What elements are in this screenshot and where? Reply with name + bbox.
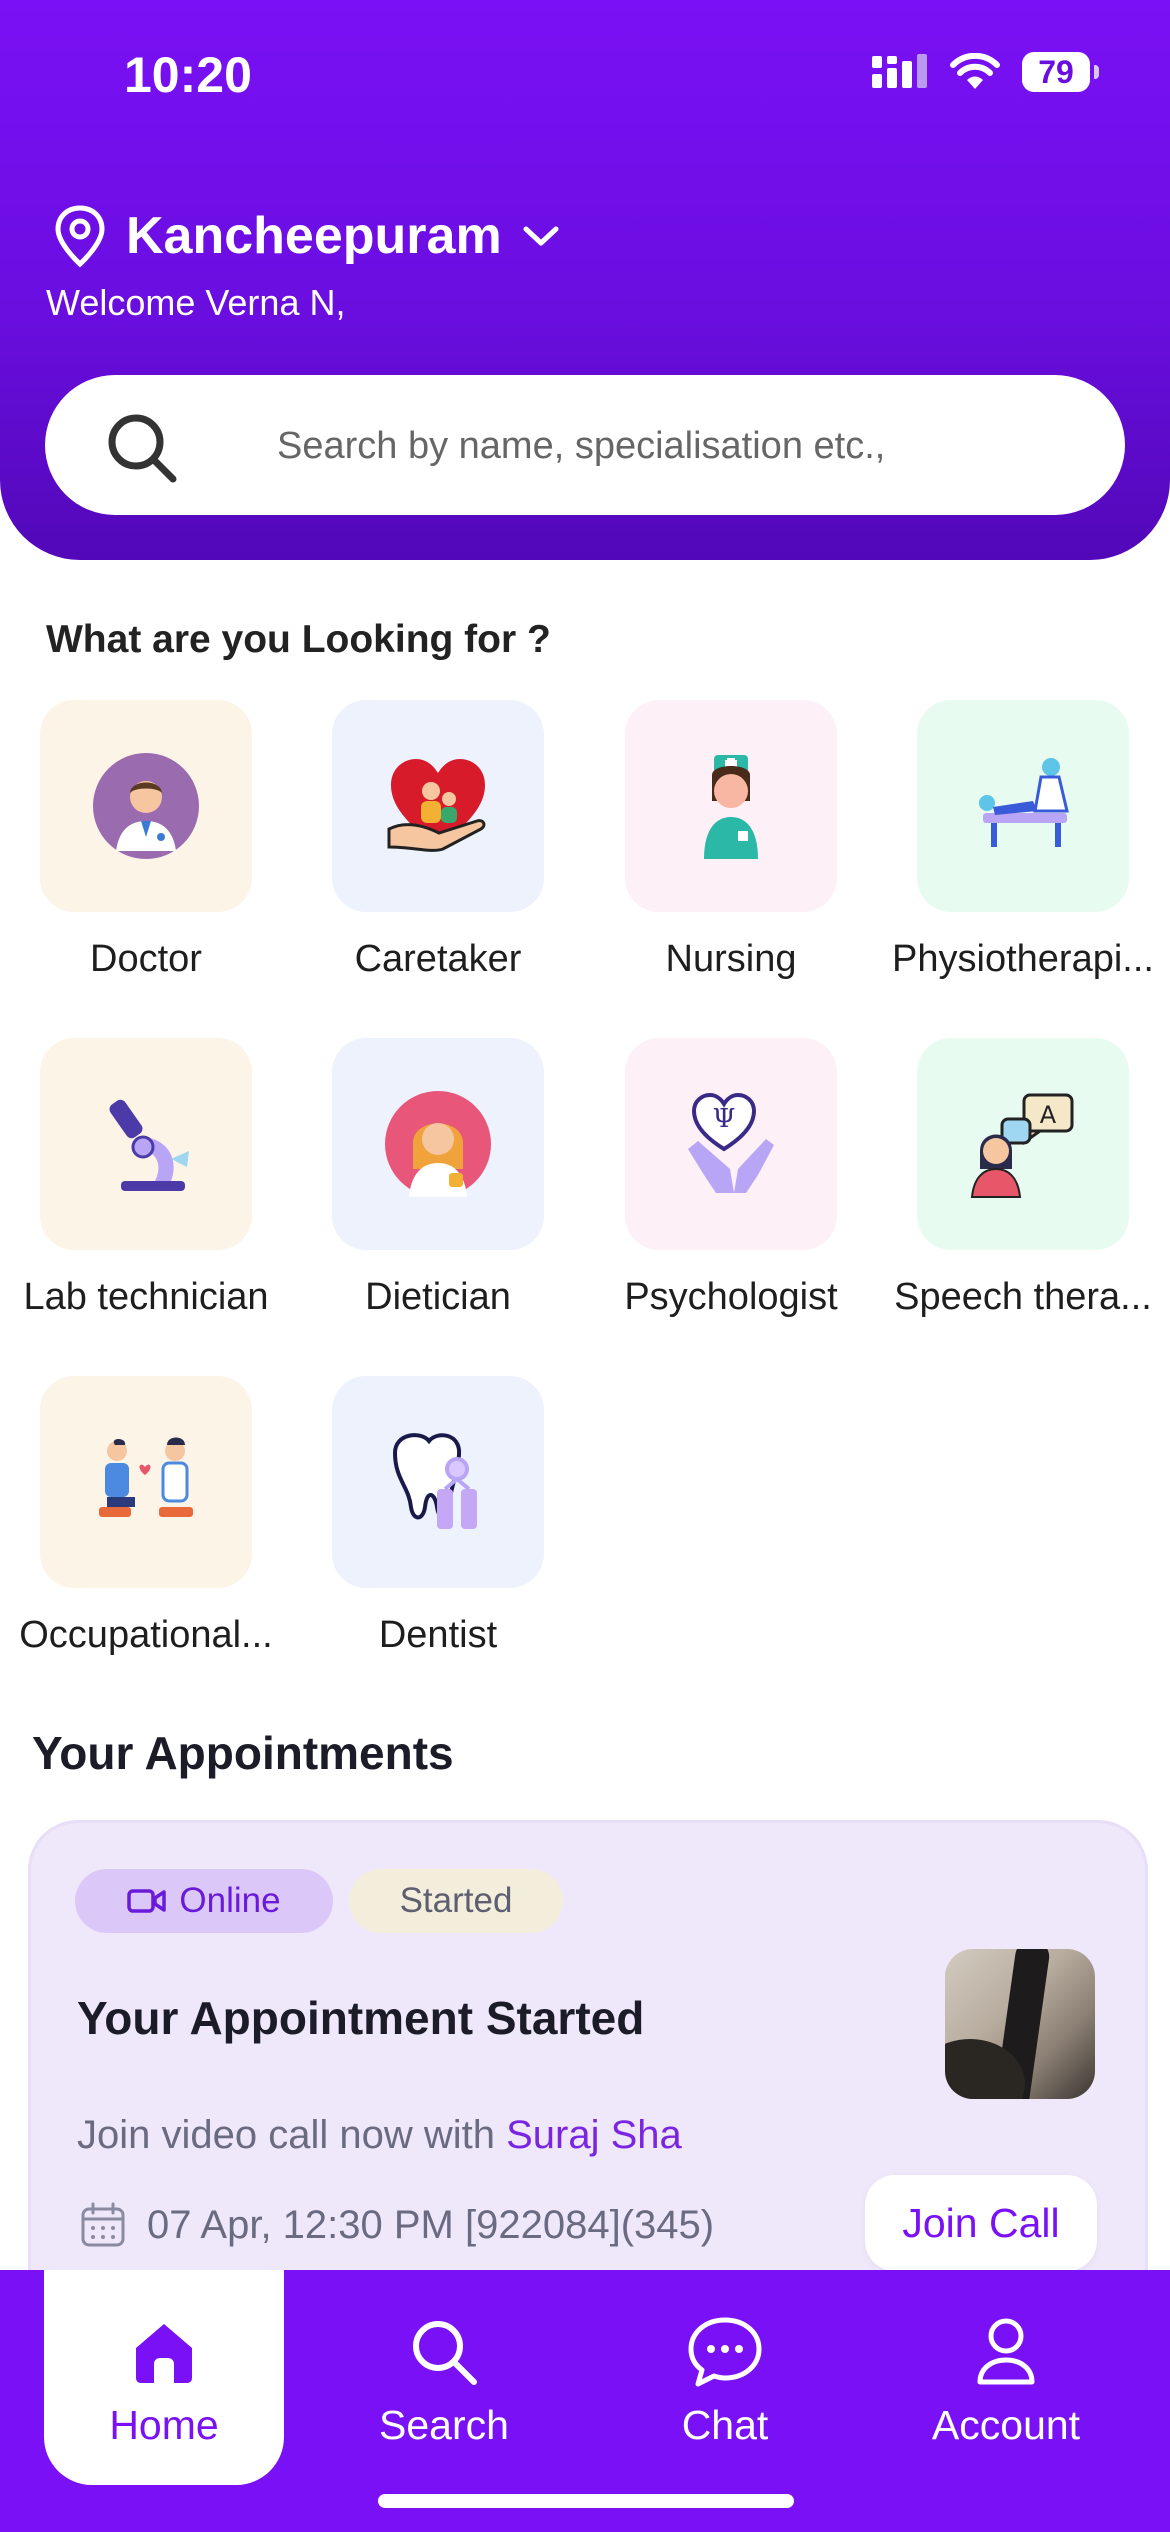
signal-icon xyxy=(872,54,927,88)
category-label: Dentist xyxy=(378,1614,498,1656)
home-indicator xyxy=(378,2494,794,2508)
category-tile xyxy=(917,700,1129,912)
category-dentist[interactable]: Dentist xyxy=(292,1376,584,1657)
search-icon xyxy=(413,2321,477,2385)
join-call-prefix: Join video call now with xyxy=(77,2113,507,2157)
location-name: Kancheepuram xyxy=(126,207,502,265)
calendar-icon xyxy=(81,2202,125,2247)
welcome-text: Welcome Verna N, xyxy=(46,282,346,323)
category-label: Lab technician xyxy=(23,1276,269,1318)
chevron-down-icon xyxy=(523,226,559,246)
dietician-icon xyxy=(385,1091,491,1197)
header: 10:20 79 Kancheepuram Welcome Verna N, xyxy=(0,0,1170,560)
appointment-date: 07 Apr, 12:30 PM [922084](345) xyxy=(147,2202,715,2247)
category-label: Nursing xyxy=(665,938,797,980)
tab-account[interactable]: Account xyxy=(886,2270,1126,2485)
category-nursing[interactable]: Nursing xyxy=(585,700,877,981)
physiotherapy-icon xyxy=(979,758,1069,847)
category-label: Physiotherapi... xyxy=(892,938,1154,980)
category-label: Speech thera... xyxy=(894,1276,1152,1318)
video-camera-icon xyxy=(127,1889,167,1913)
psychology-icon: Ψ xyxy=(688,1092,774,1193)
tab-home-label: Home xyxy=(109,2402,219,2448)
occupational-therapy-icon xyxy=(99,1437,193,1517)
battery-indicator: 79 xyxy=(1022,52,1099,92)
appointments-title: Your Appointments xyxy=(32,1727,454,1779)
appointment-datetime: 07 Apr, 12:30 PM [922084](345) xyxy=(79,2201,714,2249)
doctor-name[interactable]: Suraj Sha xyxy=(506,2113,682,2157)
tab-home[interactable]: Home xyxy=(44,2270,284,2485)
category-tile xyxy=(625,700,837,912)
category-psychologist[interactable]: Ψ Psychologist xyxy=(585,1038,877,1319)
chat-icon xyxy=(688,2317,762,2387)
category-label: Psychologist xyxy=(624,1276,838,1318)
tab-chat-label: Chat xyxy=(681,2402,769,2448)
tab-account-label: Account xyxy=(931,2402,1081,2448)
status-time: 10:20 xyxy=(124,47,252,103)
category-speech-therapist[interactable]: A Speech thera... xyxy=(877,1038,1169,1319)
status-icons: 79 xyxy=(872,52,1099,92)
doctor-icon xyxy=(93,753,199,859)
category-tile xyxy=(332,1038,544,1250)
search-icon xyxy=(108,414,177,483)
category-tile: A xyxy=(917,1038,1129,1250)
category-tile xyxy=(332,700,544,912)
category-doctor[interactable]: Doctor xyxy=(0,700,292,981)
category-lab-technician[interactable]: Lab technician xyxy=(0,1038,292,1319)
category-tile xyxy=(40,700,252,912)
join-call-text: Join video call now with Suraj Sha xyxy=(77,2113,682,2158)
wifi-icon xyxy=(950,53,1000,89)
speech-therapy-icon: A xyxy=(970,1093,1074,1198)
home-icon xyxy=(136,2324,192,2383)
nurse-icon xyxy=(704,755,758,859)
categories-title: What are you Looking for ? xyxy=(46,618,551,661)
tooth-icon xyxy=(392,1433,477,1529)
svg-text:A: A xyxy=(1040,1101,1057,1129)
tab-search-label: Search xyxy=(379,2402,509,2448)
location-selector[interactable]: Kancheepuram xyxy=(52,204,562,268)
online-chip-label: Online xyxy=(179,1881,281,1920)
caretaker-icon xyxy=(387,759,486,852)
online-chip: Online xyxy=(75,1869,333,1933)
status-chip: Started xyxy=(349,1869,563,1933)
search-input[interactable] xyxy=(275,415,1059,477)
tab-search[interactable]: Search xyxy=(324,2270,564,2485)
appointment-heading: Your Appointment Started xyxy=(77,1992,645,2044)
category-caretaker[interactable]: Caretaker xyxy=(292,700,584,981)
category-occupational[interactable]: Occupational... xyxy=(0,1376,292,1657)
bottom-tab-bar: Home Search Chat Account xyxy=(0,2270,1170,2532)
tab-chat[interactable]: Chat xyxy=(605,2270,845,2485)
category-tile xyxy=(40,1376,252,1588)
category-tile xyxy=(332,1376,544,1588)
location-pin-icon xyxy=(55,205,105,268)
join-call-button[interactable]: Join Call xyxy=(865,2175,1097,2271)
category-label: Dietician xyxy=(365,1276,511,1318)
category-label: Caretaker xyxy=(354,938,522,980)
category-tile xyxy=(40,1038,252,1250)
category-physiotherapist[interactable]: Physiotherapi... xyxy=(877,700,1169,981)
svg-text:Ψ: Ψ xyxy=(713,1104,736,1134)
microscope-icon xyxy=(109,1099,189,1191)
account-icon xyxy=(977,2318,1035,2385)
search-bar[interactable] xyxy=(45,375,1125,515)
category-label: Doctor xyxy=(90,938,202,980)
doctor-avatar xyxy=(945,1949,1095,2099)
category-label: Occupational... xyxy=(19,1614,273,1656)
category-tile: Ψ xyxy=(625,1038,837,1250)
category-dietician[interactable]: Dietician xyxy=(292,1038,584,1319)
